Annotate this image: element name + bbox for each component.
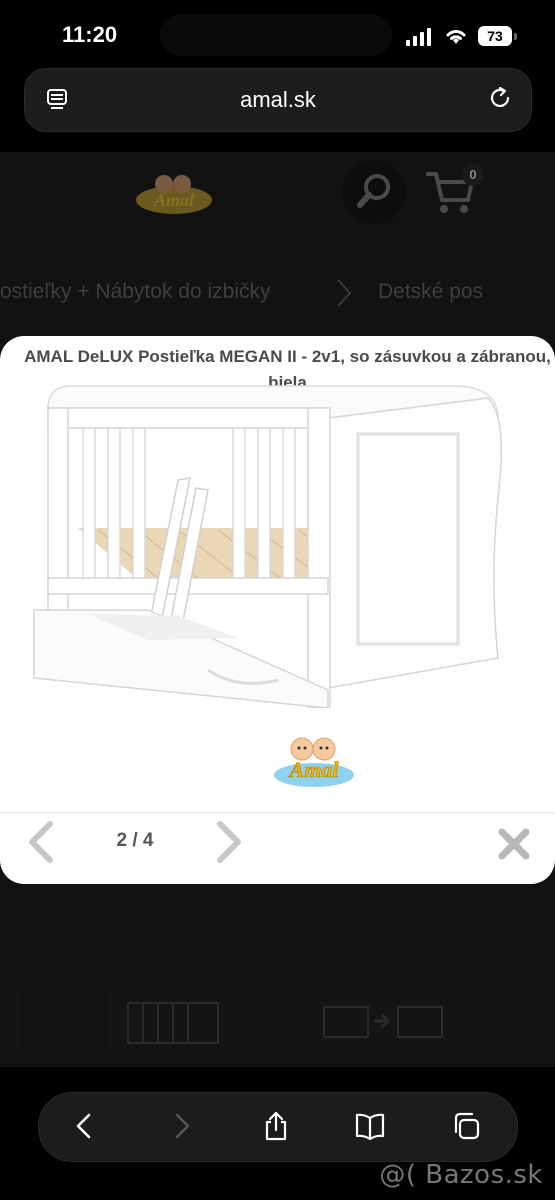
image-counter: 2 / 4: [116, 830, 154, 851]
svg-text:Amal: Amal: [153, 190, 194, 210]
browser-toolbar: [38, 1092, 518, 1162]
forward-icon[interactable]: [167, 1111, 197, 1141]
bookmarks-icon[interactable]: [355, 1111, 385, 1141]
breadcrumb-item[interactable]: ostieľky + Nábytok do izbičky: [0, 280, 271, 304]
thumbnail[interactable]: [108, 985, 232, 1055]
chevron-right-icon[interactable]: [214, 820, 246, 864]
breadcrumb-item[interactable]: Detské pos: [378, 280, 483, 304]
site-search-button[interactable]: [342, 160, 406, 224]
search-icon: [357, 174, 390, 208]
dynamic-island: [160, 14, 392, 56]
status-time: 11:20: [62, 22, 118, 47]
chevron-left-icon[interactable]: [24, 820, 56, 864]
amal-brand-logo: Amal: [274, 737, 354, 787]
thumbnail[interactable]: [0, 985, 20, 1055]
product-image[interactable]: [28, 378, 528, 708]
tabs-icon[interactable]: [451, 1111, 481, 1141]
battery-indicator: 73: [478, 26, 517, 46]
cart-count-badge: 0: [462, 164, 484, 186]
modal-divider: [0, 812, 555, 813]
thumbnail-strip: [0, 985, 555, 1065]
cellular-signal-icon: [406, 28, 431, 46]
close-icon[interactable]: [496, 826, 532, 862]
reload-icon[interactable]: [487, 85, 513, 111]
url-text[interactable]: amal.sk: [25, 87, 531, 113]
thumbnail[interactable]: [318, 985, 446, 1055]
brand-logo-text: Amal: [288, 757, 340, 782]
image-gallery-modal: AMAL DeLUX Postieľka MEGAN II - 2v1, so …: [0, 336, 555, 884]
wifi-icon: [446, 30, 466, 44]
chevron-right-icon: [337, 279, 352, 307]
address-bar[interactable]: amal.sk: [24, 68, 532, 132]
status-bar: 11:20 73: [0, 0, 555, 70]
crib-thumbnail-image: [323, 1006, 443, 1038]
bazos-watermark: @( Bazos.sk: [379, 1160, 543, 1190]
back-icon[interactable]: [69, 1111, 99, 1141]
share-icon[interactable]: [261, 1111, 291, 1141]
crib-thumbnail-image: [127, 1002, 219, 1044]
amal-logo[interactable]: Amal: [134, 170, 214, 220]
